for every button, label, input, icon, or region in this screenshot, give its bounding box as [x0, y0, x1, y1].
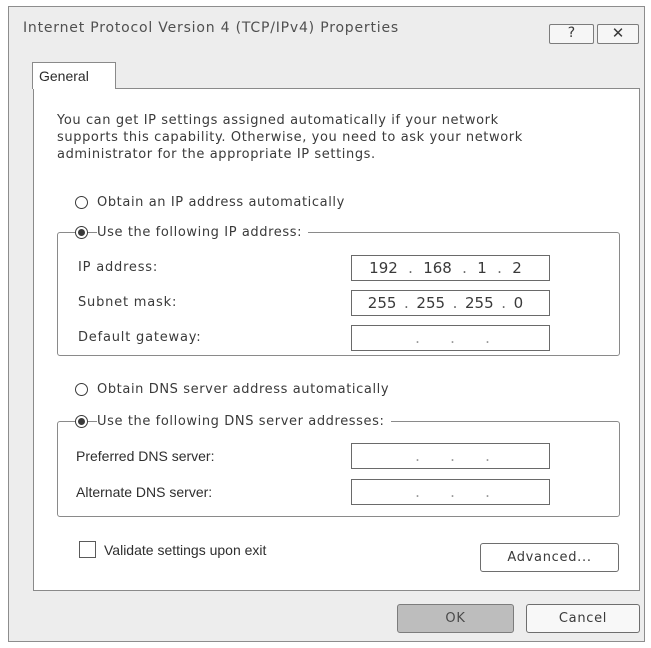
ip-auto-label: Obtain an IP address automatically — [97, 195, 351, 210]
alternate-dns-label: Alternate DNS server: — [76, 484, 213, 500]
preferred-dns-label: Preferred DNS server: — [76, 448, 215, 464]
ip-auto-radio[interactable] — [75, 196, 88, 209]
ip-manual-option[interactable]: Use the following IP address: — [75, 225, 309, 240]
validate-label: Validate settings upon exit — [104, 542, 267, 558]
ip-auto-option[interactable]: Obtain an IP address automatically — [75, 195, 351, 210]
ip-octet: 255 — [367, 294, 397, 312]
ip-address-input[interactable]: 192. 168. 1. 2 — [351, 255, 550, 281]
octet-separator: . — [462, 259, 467, 277]
octet-separator: . — [415, 329, 420, 347]
default-gateway-label: Default gateway: — [78, 330, 202, 345]
octet-separator: . — [415, 447, 420, 465]
ip-octet: 168 — [423, 259, 452, 277]
intro-text: You can get IP settings assigned automat… — [57, 113, 523, 162]
ip-octet: 255 — [465, 294, 494, 312]
cancel-button[interactable]: Cancel — [526, 604, 640, 633]
octet-separator: . — [485, 329, 490, 347]
advanced-button[interactable]: Advanced... — [480, 543, 619, 572]
ip-manual-label: Use the following IP address: — [97, 225, 309, 240]
ip-address-label: IP address: — [78, 260, 159, 275]
octet-separator: . — [450, 329, 455, 347]
ip-octet: 0 — [513, 294, 524, 312]
dialog-title: Internet Protocol Version 4 (TCP/IPv4) P… — [23, 20, 399, 36]
ok-button[interactable]: OK — [397, 604, 514, 633]
ip-octet: 255 — [416, 294, 446, 312]
tab-general[interactable]: General — [32, 62, 116, 89]
close-icon: ✕ — [611, 24, 625, 42]
octet-separator: . — [452, 294, 458, 312]
octet-separator: . — [415, 483, 420, 501]
dns-auto-radio[interactable] — [75, 383, 88, 396]
ip-octet: 2 — [512, 259, 522, 277]
ip-octet: 192 — [369, 259, 398, 277]
alternate-dns-input[interactable]: . . . — [351, 479, 550, 505]
octet-separator: . — [501, 294, 507, 312]
octet-separator: . — [485, 447, 490, 465]
ip-manual-radio[interactable] — [75, 226, 88, 239]
close-button[interactable]: ✕ — [597, 24, 639, 44]
octet-separator: . — [450, 483, 455, 501]
octet-separator: . — [450, 447, 455, 465]
octet-separator: . — [404, 294, 409, 312]
dns-auto-option[interactable]: Obtain DNS server address automatically — [75, 382, 396, 397]
default-gateway-input[interactable]: . . . — [351, 325, 550, 351]
subnet-mask-input[interactable]: 255. 255. 255. 0 — [351, 290, 550, 316]
dns-manual-label: Use the following DNS server addresses: — [97, 414, 391, 429]
help-button[interactable]: ? — [549, 24, 594, 44]
validate-checkbox[interactable] — [79, 541, 96, 558]
octet-separator: . — [497, 259, 502, 277]
dns-manual-option[interactable]: Use the following DNS server addresses: — [75, 414, 391, 429]
octet-separator: . — [408, 259, 413, 277]
ip-octet: 1 — [477, 259, 487, 277]
preferred-dns-input[interactable]: . . . — [351, 443, 550, 469]
octet-separator: . — [485, 483, 490, 501]
subnet-mask-label: Subnet mask: — [78, 295, 178, 310]
help-icon: ? — [567, 25, 576, 41]
dns-auto-label: Obtain DNS server address automatically — [97, 382, 396, 397]
dns-manual-radio[interactable] — [75, 415, 88, 428]
